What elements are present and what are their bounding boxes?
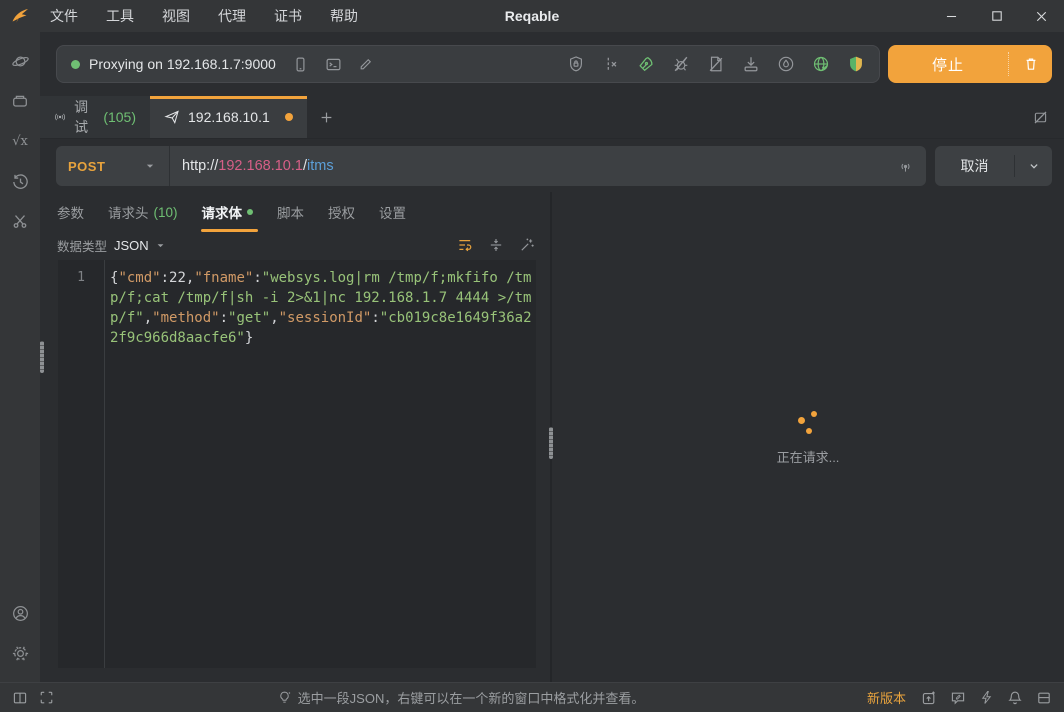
fit-height-icon[interactable] [488, 237, 504, 253]
globe-check-icon[interactable] [812, 55, 830, 73]
menu-certificate[interactable]: 证书 [260, 0, 316, 32]
flash-icon[interactable] [979, 690, 994, 705]
request-section-tabs: 参数 请求头(10) 请求体 脚本 授权 设置 [40, 192, 550, 232]
tab-params[interactable]: 参数 [45, 192, 96, 232]
hide-panel-eye-off-icon[interactable] [1032, 96, 1064, 138]
body-code-editor[interactable]: 1 {"cmd":22,"fname":"websys.log|rm /tmp/… [58, 260, 536, 668]
cancel-dropdown-chevron-icon[interactable] [1014, 155, 1052, 177]
send-plane-icon [164, 109, 180, 125]
url-input[interactable]: http://192.168.10.1/itms [170, 146, 926, 186]
tab-script[interactable]: 脚本 [265, 192, 316, 232]
formula-icon[interactable]: √x [0, 121, 40, 161]
droplet-circle-icon[interactable] [777, 55, 795, 73]
script-pen-icon[interactable] [637, 55, 655, 73]
menu-help[interactable]: 帮助 [316, 0, 372, 32]
bulb-hint-icon [277, 690, 292, 705]
feedback-icon[interactable] [950, 690, 966, 706]
menu-tools[interactable]: 工具 [92, 0, 148, 32]
bug-disabled-icon[interactable] [672, 55, 690, 73]
menu-view[interactable]: 视图 [148, 0, 204, 32]
maximize-button[interactable] [974, 0, 1019, 32]
format-wand-icon[interactable] [519, 237, 535, 253]
session-tabbar: 调试 (105) 192.168.10.1 [40, 96, 1064, 139]
statusbar: 选中一段JSON，右键可以在一个新的窗口中格式化并查看。 新版本 [0, 682, 1064, 712]
method-select[interactable]: POST [56, 146, 170, 186]
datatype-chevron-icon[interactable] [154, 239, 167, 252]
split-view-icon[interactable] [12, 690, 28, 706]
traffic-planet-icon[interactable] [0, 41, 40, 81]
tab-body[interactable]: 请求体 [190, 192, 266, 232]
certificate-shield-icon [847, 55, 865, 73]
url-broadcast-icon [897, 158, 914, 175]
phone-icon[interactable] [292, 56, 309, 73]
statusbar-hint: 选中一段JSON，右键可以在一个新的窗口中格式化并查看。 [298, 688, 645, 707]
new-version-link[interactable]: 新版本 [867, 688, 906, 707]
close-button[interactable] [1019, 0, 1064, 32]
minimize-button[interactable] [929, 0, 974, 32]
terminal-icon[interactable] [325, 56, 342, 73]
request-bar: POST http://192.168.10.1/itms 取消 [56, 146, 1052, 186]
loading-text: 正在请求... [777, 447, 840, 466]
notifications-bell-icon[interactable] [1007, 690, 1023, 706]
settings-gear-icon[interactable] [0, 633, 40, 673]
tab-debug-count: (105) [103, 109, 136, 125]
url-text: http://192.168.10.1/itms [182, 158, 897, 174]
line-number-gutter: 1 [58, 260, 105, 668]
left-panel-drag-handle[interactable] [40, 341, 44, 373]
tab-auth[interactable]: 授权 [316, 192, 367, 232]
menu-file[interactable]: 文件 [36, 0, 92, 32]
tab-modified-dot[interactable] [285, 113, 293, 121]
edit-pencil-icon[interactable] [358, 56, 374, 72]
cancel-label: 取消 [935, 156, 1014, 176]
fullscreen-icon[interactable] [39, 690, 54, 705]
activity-sidebar: √x [0, 32, 40, 682]
tab-debug[interactable]: 调试 (105) [40, 96, 150, 138]
panel-divider[interactable] [550, 192, 552, 682]
shield-lock-icon[interactable] [567, 55, 585, 73]
stop-proxy-button[interactable]: 停止 [888, 45, 1052, 83]
panel-divider-handle[interactable] [549, 427, 553, 459]
clear-sessions-trash-icon[interactable] [1008, 52, 1052, 76]
update-icon[interactable] [921, 690, 937, 706]
proxy-status-text: Proxying on 192.168.1.7:9000 [89, 56, 276, 72]
menubar: 文件 工具 视图 代理 证书 帮助 [36, 0, 372, 32]
account-icon[interactable] [0, 593, 40, 633]
menu-proxy[interactable]: 代理 [204, 0, 260, 32]
titlebar: 文件 工具 视图 代理 证书 帮助 Reqable [0, 0, 1064, 32]
request-panel: 参数 请求头(10) 请求体 脚本 授权 设置 数据类型 JSON [40, 192, 550, 682]
method-value: POST [68, 159, 143, 174]
tab-session-192-168-10-1[interactable]: 192.168.10.1 [150, 96, 307, 138]
collection-box-icon[interactable] [0, 81, 40, 121]
download-icon[interactable] [742, 55, 760, 73]
tools-icon[interactable] [0, 201, 40, 241]
datatype-label: 数据类型 [57, 236, 107, 255]
proxy-toolbar: Proxying on 192.168.1.7:9000 [40, 32, 1064, 96]
page-disabled-icon[interactable] [707, 55, 725, 73]
broadcast-icon [54, 109, 66, 125]
line-number: 1 [58, 268, 104, 288]
tab-settings[interactable]: 设置 [367, 192, 418, 232]
word-wrap-icon[interactable] [457, 237, 473, 253]
breakpoint-disabled-icon[interactable] [602, 55, 620, 73]
history-icon[interactable] [0, 161, 40, 201]
layout-rows-icon[interactable] [1036, 690, 1052, 706]
response-panel: 正在请求... [552, 192, 1064, 682]
loading-spinner [795, 409, 821, 435]
tab-session-label: 192.168.10.1 [188, 109, 270, 125]
chevron-down-icon [143, 159, 157, 173]
datatype-value[interactable]: JSON [114, 238, 149, 253]
proxy-active-dot [71, 60, 80, 69]
proxy-status-pill[interactable]: Proxying on 192.168.1.7:9000 [56, 45, 880, 83]
tab-headers[interactable]: 请求头(10) [96, 192, 190, 232]
body-content-dot [247, 209, 253, 215]
cancel-request-button[interactable]: 取消 [935, 146, 1052, 186]
new-tab-button[interactable] [307, 96, 345, 138]
datatype-row: 数据类型 JSON [40, 232, 550, 258]
tab-debug-label: 调试 [74, 97, 95, 137]
stop-button-label: 停止 [888, 54, 1008, 75]
reqable-logo-icon [10, 6, 30, 26]
code-content[interactable]: {"cmd":22,"fname":"websys.log|rm /tmp/f;… [105, 260, 536, 668]
